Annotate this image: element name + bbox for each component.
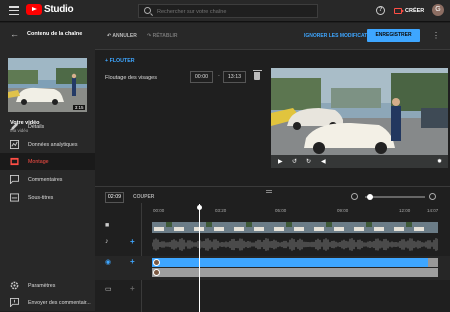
top-bar: Studio ? CRÉER G [0,0,450,22]
film-icon [10,157,19,166]
sidebar-item-feedback[interactable]: Envoyer des commentair... [0,294,95,311]
blur-track-icon: ◉ [105,259,112,266]
sidebar-item-label: Sous-titres [28,194,54,201]
time-tick: 09:00 [337,208,349,213]
gear-icon[interactable]: ✹ [437,158,442,165]
face-thumbnail-icon [153,259,160,266]
zoom-in-icon[interactable] [429,193,436,200]
time-tick: 12:00 [399,208,411,213]
pencil-icon [10,122,19,131]
time-tick: 05:00 [275,208,287,213]
studio-logo-text[interactable]: Studio [44,4,74,15]
create-label: CRÉER [405,8,425,14]
zoom-out-icon[interactable] [351,193,358,200]
youtube-logo-icon[interactable] [26,4,42,15]
redo-button[interactable]: ↷ RÉTABLIR [147,33,178,39]
sidebar-item-label: Données analytiques [28,141,78,148]
forward-icon[interactable]: ↻ [306,158,311,165]
start-time-field[interactable]: 00:00 [190,71,213,83]
blur-segment[interactable] [152,268,438,277]
comment-icon [10,175,19,184]
rewind-icon[interactable]: ↺ [292,158,297,165]
video-camera-icon [394,8,404,14]
analytics-icon [10,140,19,149]
duration-badge: 3:15 [73,105,85,110]
time-separator: - [218,73,220,79]
blur-segment-end[interactable] [428,258,438,267]
end-time-field[interactable]: 13:13 [223,71,246,83]
frame-thumbnails [152,222,438,233]
editor-toolbar: ↶ ANNULER ↷ RÉTABLIR IGNORER LES MODIFIC… [95,23,450,50]
video-track-icon: ■ [105,222,110,229]
sidebar-item-label: Commentaires [28,176,63,183]
cut-button[interactable]: COUPER [133,194,154,200]
undo-label: ANNULER [112,33,137,39]
add-audio-button[interactable]: + [130,237,135,246]
sidebar-item-label: Envoyer des commentair... [28,299,91,306]
search-input[interactable] [157,6,312,17]
car-scene-image [8,58,87,112]
sidebar-item-comments[interactable]: Commentaires [0,171,95,188]
add-blur-button[interactable]: + [130,257,135,266]
sidebar-item-editor[interactable]: Montage [0,153,95,170]
trash-icon[interactable] [252,70,262,80]
menu-icon[interactable] [9,6,19,16]
channel-content-title[interactable]: Contenu de la chaîne [27,31,82,37]
search-box[interactable] [138,4,318,18]
search-icon [144,7,151,14]
time-tick: 03:20 [215,208,227,213]
save-button[interactable]: ENREGISTRER [367,29,420,42]
end-screen-icon: ▭ [105,286,112,293]
playhead[interactable] [199,204,200,312]
gear-icon [10,281,19,290]
feedback-icon [10,298,19,307]
subtitles-icon [10,193,19,202]
sidebar-item-details[interactable]: Détails [0,118,95,135]
sidebar-item-settings[interactable]: Paramètres [0,277,95,294]
undo-button[interactable]: ↶ ANNULER [107,33,137,39]
volume-icon[interactable]: ◀ [321,158,326,165]
sidebar-item-label: Détails [28,123,45,130]
avatar[interactable]: G [432,4,444,16]
play-icon[interactable]: ▶ [278,158,283,165]
face-thumbnail-icon [153,269,160,276]
zoom-slider[interactable] [365,196,425,198]
zoom-slider-handle[interactable] [367,193,373,200]
audio-waveform[interactable] [152,238,438,251]
face-blur-label: Floutage des visages [105,75,157,81]
blur-button-label: FLOUTER [109,58,135,64]
resize-handle-icon[interactable] [266,190,272,193]
timeline-panel: 02:09 COUPER 00:00 03:20 05:00 09:00 12:… [95,186,450,312]
sidebar-item-label: Montage [28,158,49,165]
current-time-field[interactable]: 02:09 [105,192,124,203]
blur-segment[interactable] [152,258,428,267]
video-frames-strip[interactable] [152,222,438,233]
editor-panel: + FLOUTER Floutage des visages 00:00 - 1… [95,51,450,186]
add-end-screen-button[interactable]: + [130,284,135,293]
sidebar-item-subtitles[interactable]: Sous-titres [0,189,95,206]
more-options-icon[interactable]: ⋮ [432,31,440,40]
music-note-icon: ♪ [105,238,109,245]
car-scene-image [271,68,448,168]
video-preview[interactable]: ▶ ↺ ↻ ◀ ✹ [271,68,448,168]
blur-button[interactable]: + FLOUTER [105,58,135,64]
redo-label: RÉTABLIR [152,33,178,39]
help-icon[interactable]: ? [376,6,385,15]
create-button[interactable]: CRÉER [394,6,424,16]
back-arrow-icon[interactable]: ← [10,29,19,39]
sidebar: ← Contenu de la chaîne 3:15 Votre vidéo … [0,23,95,311]
sidebar-item-analytics[interactable]: Données analytiques [0,136,95,153]
time-tick: 00:00 [153,208,165,213]
video-thumbnail[interactable]: 3:15 [8,58,87,112]
sidebar-item-label: Paramètres [28,282,56,289]
playhead-handle[interactable] [197,205,202,210]
player-controls: ▶ ↺ ↻ ◀ ✹ [271,155,448,168]
time-tick: 14:07 [427,208,439,213]
